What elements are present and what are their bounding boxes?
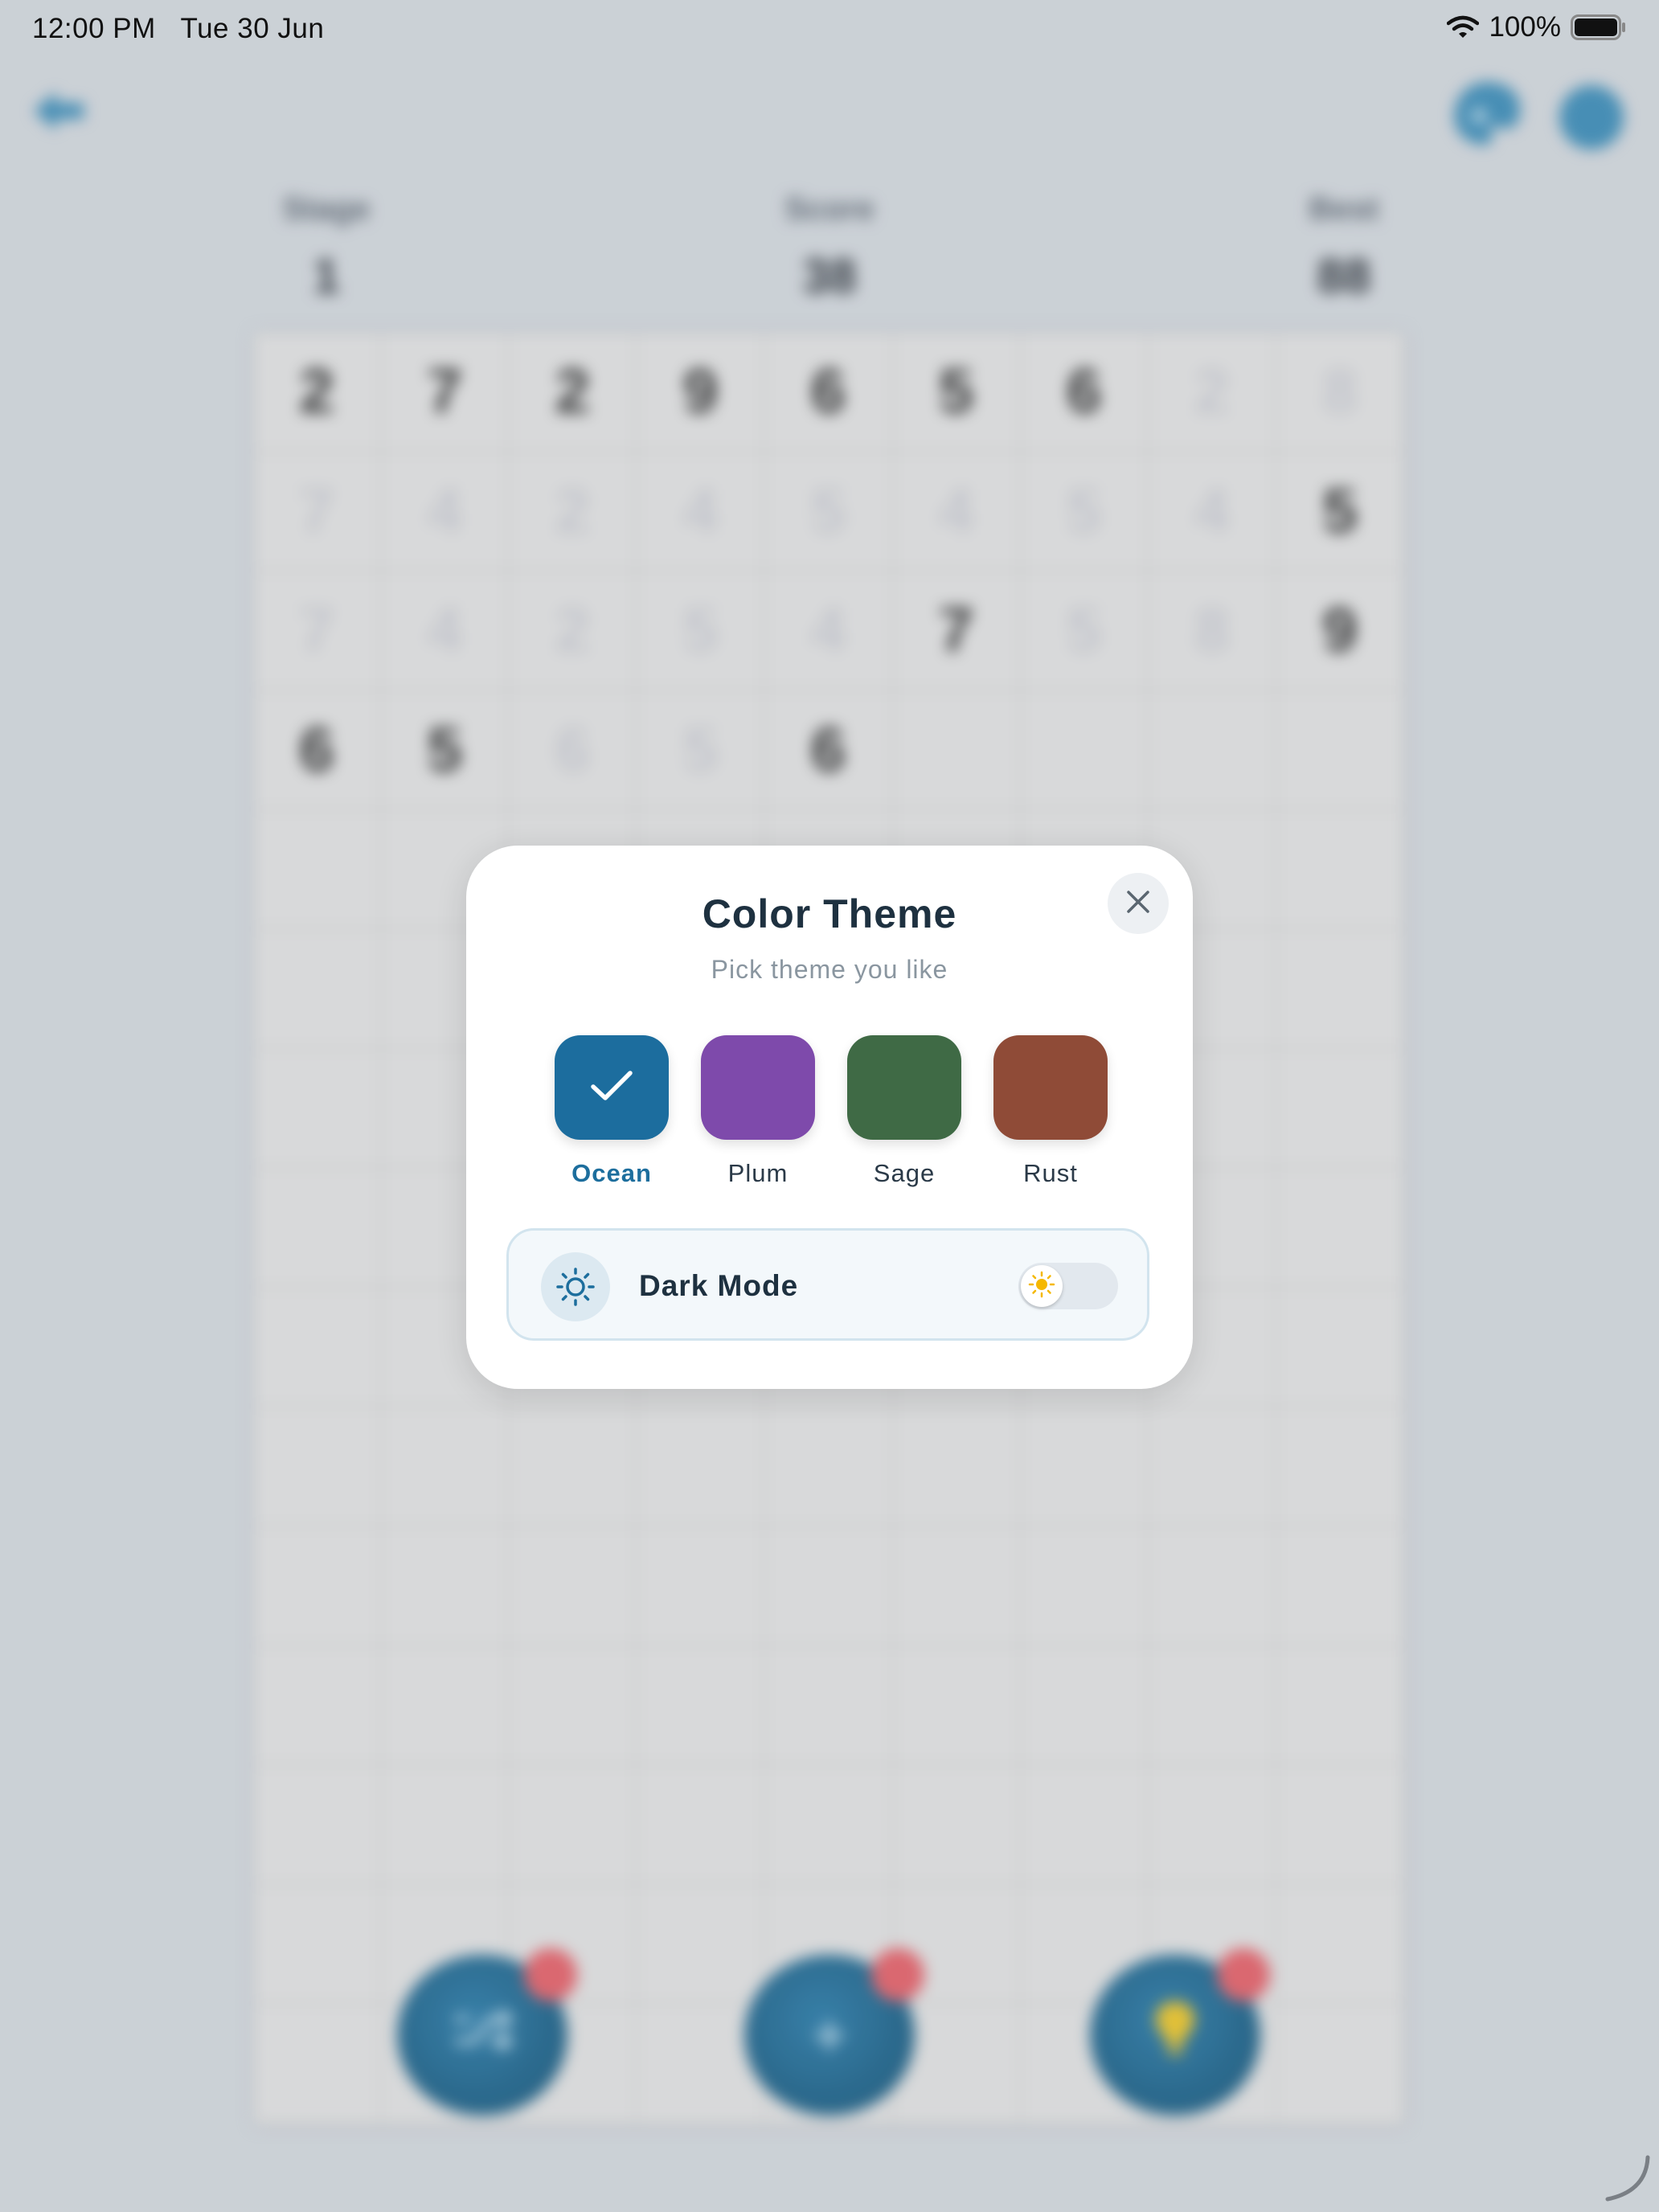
color-theme-dialog: Color Theme Pick theme you like Ocean Plu… <box>466 846 1193 1389</box>
battery-percent: 100% <box>1489 11 1561 43</box>
theme-name: Ocean <box>571 1159 652 1187</box>
theme-options: Ocean Plum Sage Rust <box>555 1035 1108 1188</box>
status-bar: 12:00 PM Tue 30 Jun 100% <box>0 0 1659 61</box>
dialog-title: Color Theme <box>702 891 957 936</box>
brightness-icon <box>541 1252 610 1321</box>
theme-name: Rust <box>1023 1159 1078 1187</box>
wifi-icon <box>1447 15 1480 39</box>
theme-swatch[interactable] <box>847 1035 961 1140</box>
checkmark-icon <box>589 1068 634 1108</box>
theme-option-sage[interactable]: Sage <box>847 1035 961 1188</box>
theme-option-rust[interactable]: Rust <box>993 1035 1108 1188</box>
status-indicators: 100% <box>1447 11 1627 43</box>
status-time: 12:00 PM Tue 30 Jun <box>32 13 324 45</box>
status-date: Tue 30 Jun <box>180 13 325 44</box>
corner-swipe-indicator <box>1603 2154 1651 2206</box>
theme-option-ocean[interactable]: Ocean <box>555 1035 669 1188</box>
theme-option-plum[interactable]: Plum <box>701 1035 815 1188</box>
dialog-subtitle: Pick theme you like <box>711 955 948 984</box>
toggle-knob <box>1021 1265 1063 1307</box>
dark-mode-row[interactable]: Dark Mode <box>506 1228 1149 1341</box>
theme-name: Sage <box>873 1159 936 1187</box>
dark-mode-toggle[interactable] <box>1018 1263 1118 1309</box>
status-clock: 12:00 PM <box>32 13 156 44</box>
dark-mode-label: Dark Mode <box>639 1269 799 1302</box>
theme-swatch[interactable] <box>993 1035 1108 1140</box>
theme-name: Plum <box>727 1159 789 1187</box>
sun-icon <box>1028 1271 1055 1302</box>
battery-icon <box>1571 14 1627 40</box>
theme-swatch[interactable] <box>701 1035 815 1140</box>
theme-swatch[interactable] <box>555 1035 669 1140</box>
